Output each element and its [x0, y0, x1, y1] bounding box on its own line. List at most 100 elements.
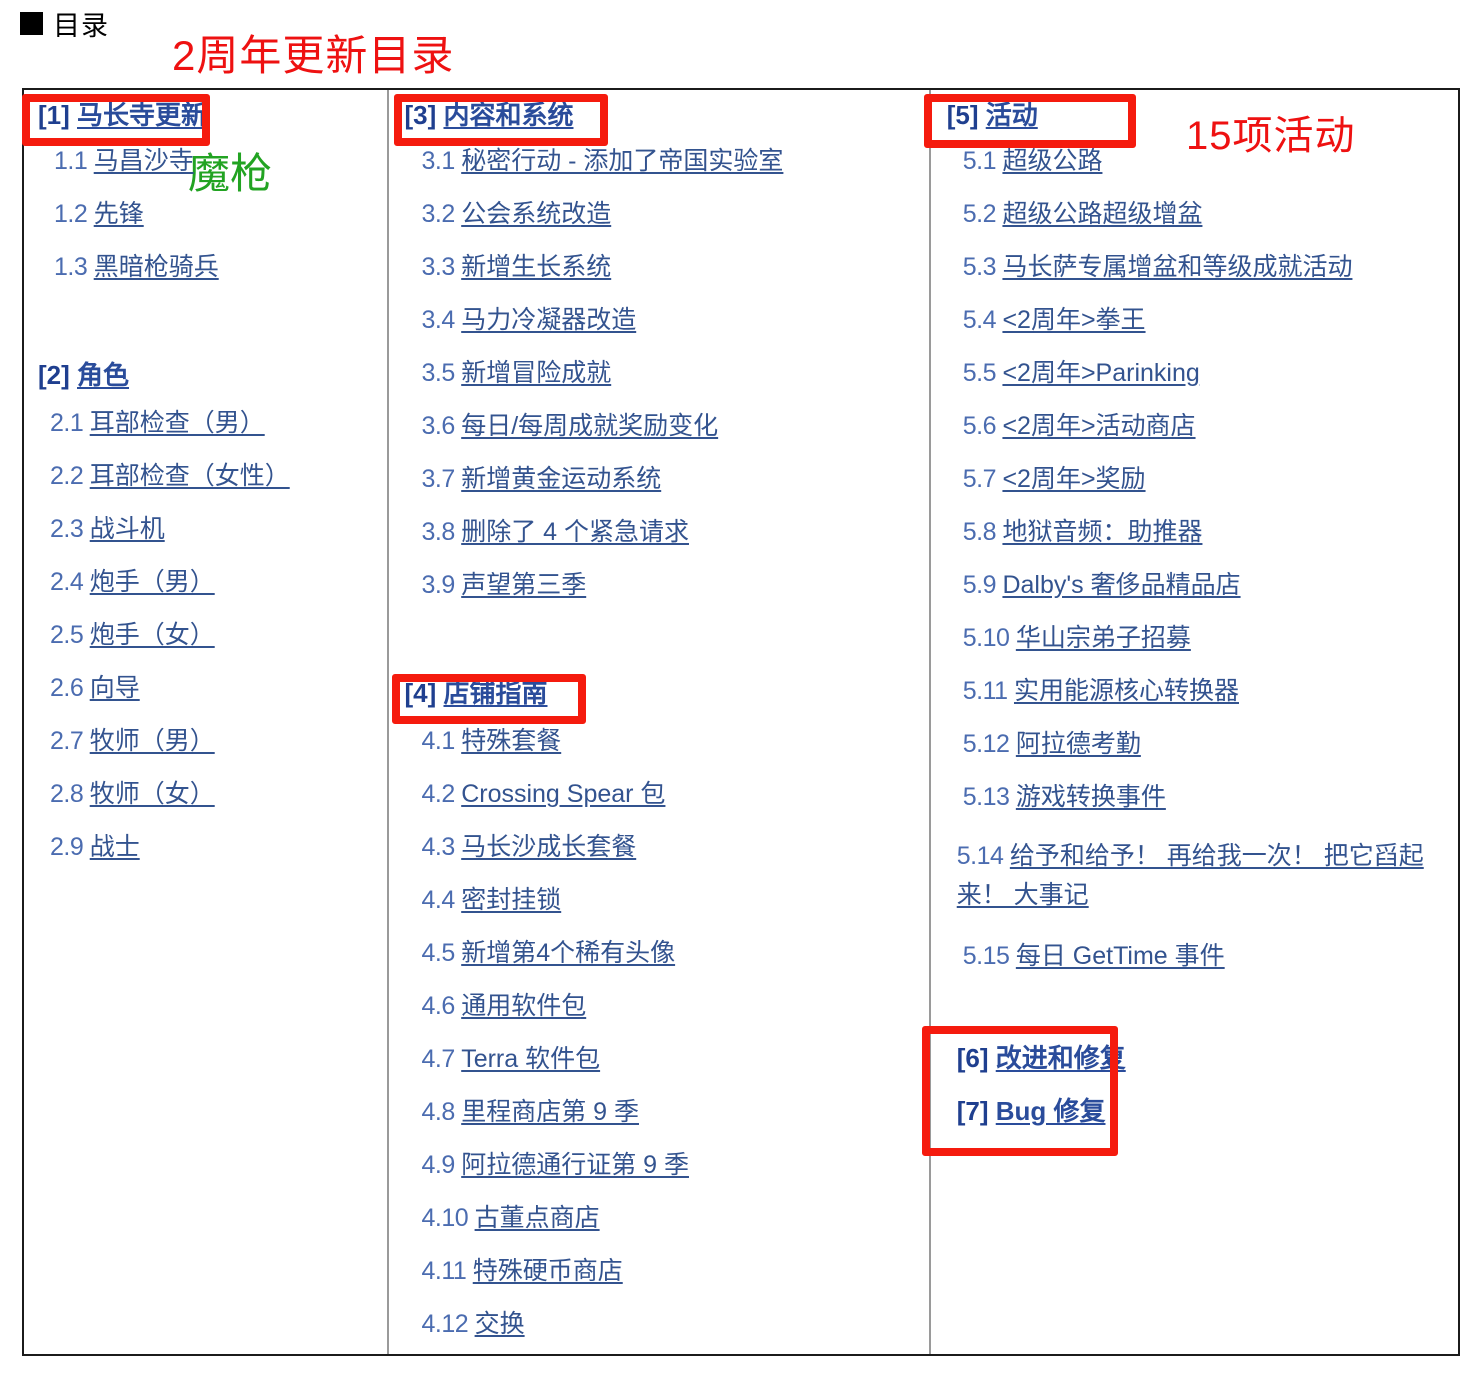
list-item[interactable]: 4.6 通用软件包	[421, 993, 586, 1020]
list-item[interactable]: 2.9 战士	[50, 834, 140, 861]
item-link[interactable]: <2周年>拳王	[1002, 306, 1145, 334]
list-item[interactable]: 3.9 声望第三季	[421, 572, 586, 599]
list-item[interactable]: 5.4 <2周年>拳王	[963, 307, 1146, 334]
list-item[interactable]: 5.7 <2周年>奖励	[963, 466, 1146, 493]
item-link[interactable]: 新增黄金运动系统	[461, 465, 661, 493]
list-item[interactable]: 5.15 每日 GetTime 事件	[963, 943, 1225, 970]
item-link[interactable]: 超级公路	[1002, 147, 1102, 175]
item-link[interactable]: 里程商店第 9 季	[461, 1098, 639, 1126]
item-link[interactable]: Terra 软件包	[461, 1045, 600, 1073]
section-link[interactable]: 店铺指南	[443, 678, 547, 708]
item-link[interactable]: 黑暗枪骑兵	[94, 253, 219, 281]
list-item[interactable]: 3.6 每日/每周成就奖励变化	[421, 413, 718, 440]
section-link[interactable]: 角色	[77, 360, 129, 390]
section-heading-2[interactable]: [2] 角色	[38, 362, 129, 388]
item-link[interactable]: 秘密行动 - 添加了帝国实验室	[461, 147, 783, 175]
list-item[interactable]: 5.9 Dalby's 奢侈品精品店	[963, 572, 1241, 599]
list-item[interactable]: 4.3 马长沙成长套餐	[421, 834, 636, 861]
list-item[interactable]: 4.5 新增第4个稀有头像	[421, 940, 675, 967]
item-link[interactable]: 牧师（男）	[90, 727, 215, 755]
list-item[interactable]: 5.6 <2周年>活动商店	[963, 413, 1196, 440]
section-link[interactable]: 活动	[986, 100, 1038, 130]
list-item[interactable]: 3.3 新增生长系统	[421, 254, 611, 281]
item-link[interactable]: 古董点商店	[475, 1204, 600, 1232]
list-item[interactable]: 2.6 向导	[50, 675, 140, 702]
section-heading-3[interactable]: [3] 内容和系统	[404, 102, 573, 128]
item-link[interactable]: 公会系统改造	[461, 200, 611, 228]
item-link[interactable]: 战士	[90, 833, 140, 861]
item-link[interactable]: 向导	[90, 674, 140, 702]
list-item[interactable]: 5.10 华山宗弟子招募	[963, 625, 1191, 652]
list-item[interactable]: 3.5 新增冒险成就	[421, 360, 611, 387]
section-heading-6[interactable]: [6] 改进和修复	[957, 1045, 1126, 1071]
list-item[interactable]: 2.8 牧师（女）	[50, 781, 215, 808]
item-link[interactable]: 每日 GetTime 事件	[1016, 942, 1225, 970]
list-item[interactable]: 4.2 Crossing Spear 包	[421, 781, 665, 808]
list-item[interactable]: 4.1 特殊套餐	[421, 728, 561, 755]
item-link[interactable]: 新增生长系统	[461, 253, 611, 281]
list-item[interactable]: 2.7 牧师（男）	[50, 728, 215, 755]
list-item[interactable]: 2.3 战斗机	[50, 516, 165, 543]
item-link[interactable]: 删除了 4 个紧急请求	[461, 518, 689, 546]
item-link[interactable]: 先锋	[94, 200, 144, 228]
list-item[interactable]: 3.4 马力冷凝器改造	[421, 307, 636, 334]
item-link[interactable]: 马力冷凝器改造	[461, 306, 636, 334]
list-item[interactable]: 5.14 给予和给予！ 再给我一次！ 把它舀起来！ 大事记	[957, 837, 1457, 915]
section-heading-1[interactable]: [1] 马长寺更新	[38, 102, 207, 128]
list-item[interactable]: 5.3 马长萨专属增盆和等级成就活动	[963, 254, 1353, 281]
item-link[interactable]: 炮手（女）	[90, 621, 215, 649]
item-link[interactable]: 特殊硬币商店	[473, 1257, 623, 1285]
list-item[interactable]: 4.10 古董点商店	[421, 1205, 599, 1232]
item-link[interactable]: <2周年>奖励	[1002, 465, 1145, 493]
item-link[interactable]: 声望第三季	[461, 571, 586, 599]
list-item[interactable]: 2.1 耳部检查（男）	[50, 410, 265, 437]
list-item[interactable]: 5.11 实用能源核心转换器	[963, 678, 1239, 705]
list-item[interactable]: 4.8 里程商店第 9 季	[421, 1099, 639, 1126]
section-link[interactable]: 改进和修复	[996, 1043, 1126, 1073]
item-link[interactable]: 特殊套餐	[461, 727, 561, 755]
item-link[interactable]: 马昌沙寺	[94, 147, 194, 175]
item-link[interactable]: 牧师（女）	[90, 780, 215, 808]
item-link[interactable]: 耳部检查（男）	[90, 409, 265, 437]
list-item[interactable]: 2.2 耳部检查（女性）	[50, 463, 290, 490]
list-item[interactable]: 1.2 先锋	[54, 201, 144, 228]
list-item[interactable]: 5.5 <2周年>Parinking	[963, 360, 1200, 387]
item-link[interactable]: Dalby's 奢侈品精品店	[1002, 571, 1240, 599]
list-item[interactable]: 2.5 炮手（女）	[50, 622, 215, 649]
list-item[interactable]: 3.2 公会系统改造	[421, 201, 611, 228]
item-link[interactable]: 新增第4个稀有头像	[461, 939, 675, 967]
item-link[interactable]: <2周年>Parinking	[1002, 359, 1199, 387]
section-link[interactable]: 内容和系统	[443, 100, 573, 130]
item-link[interactable]: 耳部检查（女性）	[90, 462, 290, 490]
section-link[interactable]: Bug 修复	[996, 1096, 1106, 1126]
item-link[interactable]: 新增冒险成就	[461, 359, 611, 387]
list-item[interactable]: 5.12 阿拉德考勤	[963, 731, 1141, 758]
section-heading-5[interactable]: [5] 活动	[947, 102, 1038, 128]
list-item[interactable]: 1.1 马昌沙寺	[54, 148, 194, 175]
list-item[interactable]: 5.2 超级公路超级增盆	[963, 201, 1203, 228]
item-link[interactable]: 每日/每周成就奖励变化	[461, 412, 718, 440]
item-link[interactable]: 炮手（男）	[90, 568, 215, 596]
item-link[interactable]: 阿拉德考勤	[1016, 730, 1141, 758]
list-item[interactable]: 4.4 密封挂锁	[421, 887, 561, 914]
item-link[interactable]: 密封挂锁	[461, 886, 561, 914]
list-item[interactable]: 3.7 新增黄金运动系统	[421, 466, 661, 493]
list-item[interactable]: 3.1 秘密行动 - 添加了帝国实验室	[421, 148, 783, 175]
list-item[interactable]: 2.4 炮手（男）	[50, 569, 215, 596]
list-item[interactable]: 4.7 Terra 软件包	[421, 1046, 600, 1073]
list-item[interactable]: 4.9 阿拉德通行证第 9 季	[421, 1152, 689, 1179]
item-link[interactable]: 地狱音频：助推器	[1002, 518, 1202, 546]
item-link[interactable]: 阿拉德通行证第 9 季	[461, 1151, 689, 1179]
section-heading-7[interactable]: [7] Bug 修复	[957, 1098, 1106, 1124]
list-item[interactable]: 1.3 黑暗枪骑兵	[54, 254, 219, 281]
list-item[interactable]: 4.11 特殊硬币商店	[421, 1258, 622, 1285]
item-link[interactable]: 交换	[475, 1310, 525, 1338]
item-link[interactable]: 超级公路超级增盆	[1002, 200, 1202, 228]
item-link[interactable]: 战斗机	[90, 515, 165, 543]
list-item[interactable]: 4.12 交换	[421, 1311, 524, 1338]
list-item[interactable]: 5.1 超级公路	[963, 148, 1103, 175]
section-heading-4[interactable]: [4] 店铺指南	[404, 680, 547, 706]
item-link[interactable]: 马长沙成长套餐	[461, 833, 636, 861]
list-item[interactable]: 5.13 游戏转换事件	[963, 784, 1166, 811]
list-item[interactable]: 5.8 地狱音频：助推器	[963, 519, 1203, 546]
